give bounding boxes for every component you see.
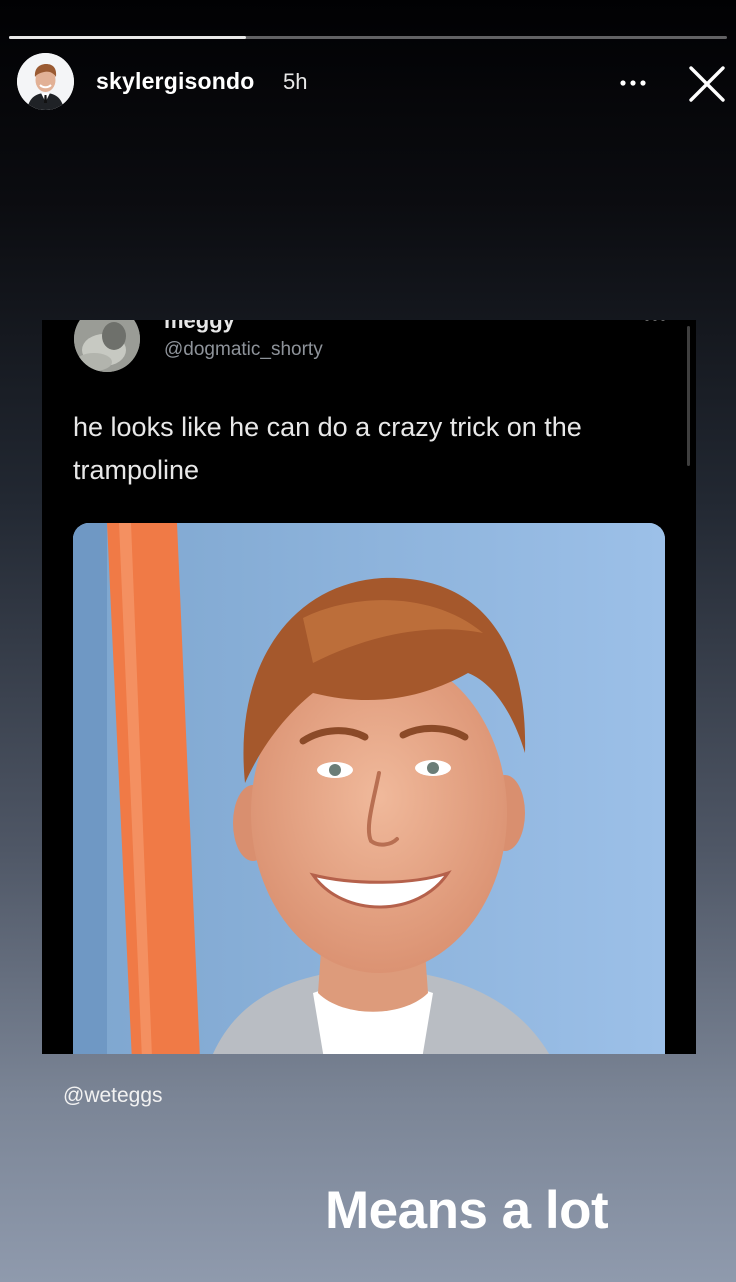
mention-sticker[interactable]: @weteggs (63, 1084, 163, 1108)
tweet-photo (73, 523, 665, 1054)
story-caption: Means a lot (325, 1181, 609, 1240)
profile-photo-icon (17, 53, 74, 110)
tweet-scrollbar (687, 326, 690, 466)
tweet-more-icon (645, 320, 665, 321)
story-username[interactable]: skylergisondo (96, 68, 255, 95)
tweet-avatar (74, 320, 140, 372)
tweet-display-name: meggy (164, 320, 235, 333)
avatar[interactable] (17, 53, 74, 110)
tweet-handle: @dogmatic_shorty (164, 339, 323, 360)
portrait-photo-icon (73, 523, 665, 1054)
tweet-text: he looks like he can do a crazy trick on… (73, 412, 582, 485)
tweet-avatar-photo-icon (74, 320, 140, 372)
tweet-screenshot: meggy @dogmatic_shorty he looks like he … (42, 320, 696, 1054)
story-timestamp: 5h (283, 69, 308, 94)
story-progress-fill (9, 36, 246, 39)
more-horizontal-icon[interactable] (614, 71, 654, 95)
story-progress-bar (9, 36, 727, 39)
close-icon[interactable] (685, 62, 729, 106)
